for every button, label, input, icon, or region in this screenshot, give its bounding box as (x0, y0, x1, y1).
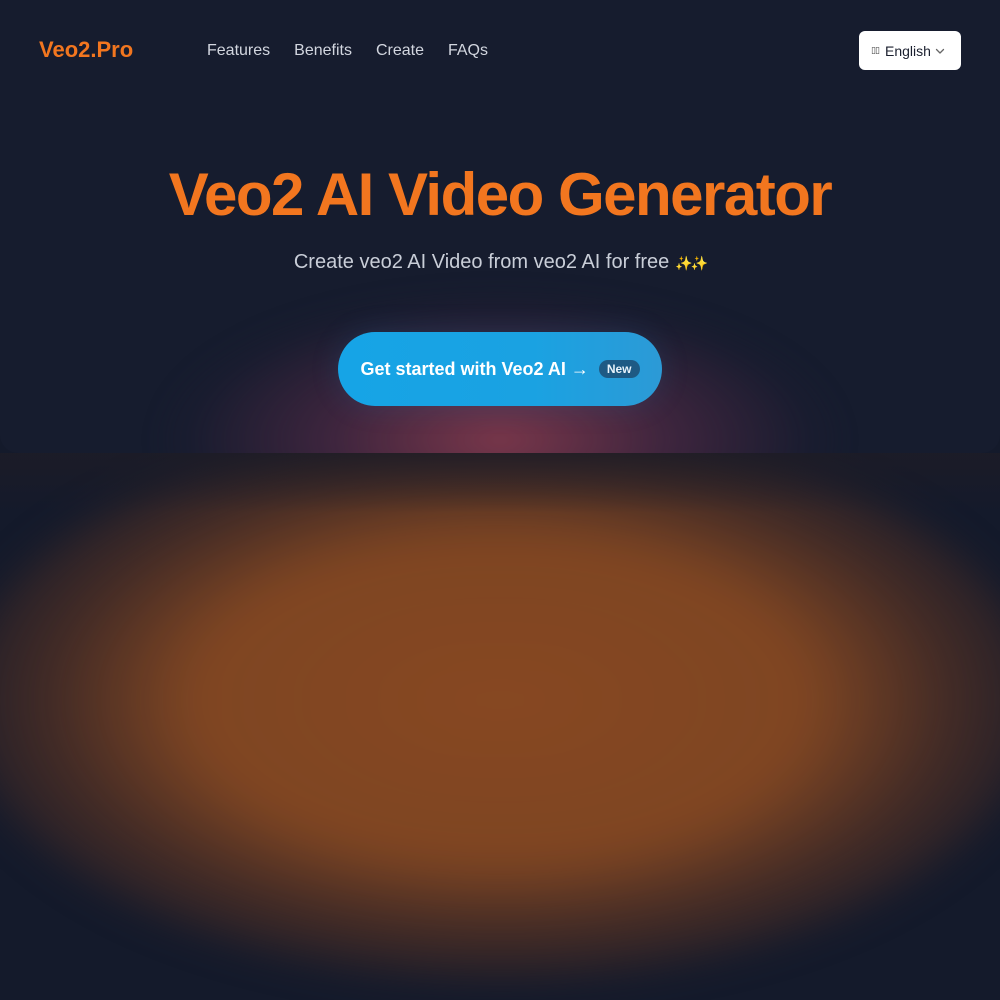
language-select[interactable]: ▯▯ English (859, 31, 961, 70)
nav-link-features[interactable]: Features (207, 41, 270, 61)
chevron-down-icon (935, 48, 945, 54)
nav-links: Features Benefits Create FAQs (207, 41, 488, 61)
language-label: English (885, 42, 931, 59)
flag-icon: ▯▯ (871, 45, 880, 55)
top-nav: Veo2.Pro Features Benefits Create FAQs ▯… (0, 0, 1000, 100)
nav-link-benefits[interactable]: Benefits (294, 41, 352, 61)
sparkles-icon: ✨✨ (675, 255, 708, 271)
section-shade (0, 453, 1000, 513)
get-started-label: Get started with Veo2 AI → (360, 358, 589, 379)
new-badge: New (598, 360, 640, 378)
page: Veo2.Pro Features Benefits Create FAQs ▯… (0, 0, 1000, 1000)
site-logo[interactable]: Veo2.Pro (39, 37, 133, 63)
nav-link-create[interactable]: Create (376, 41, 424, 61)
hero-title: Veo2 AI Video Generator (168, 161, 833, 228)
hero-subtitle-text: Create veo2 AI Video from veo2 AI for fr… (293, 251, 670, 273)
nav-link-faqs[interactable]: FAQs (448, 41, 488, 61)
hero-subtitle: Create veo2 AI Video from veo2 AI for fr… (0, 250, 1000, 275)
get-started-button[interactable]: Get started with Veo2 AI → New (338, 332, 662, 406)
